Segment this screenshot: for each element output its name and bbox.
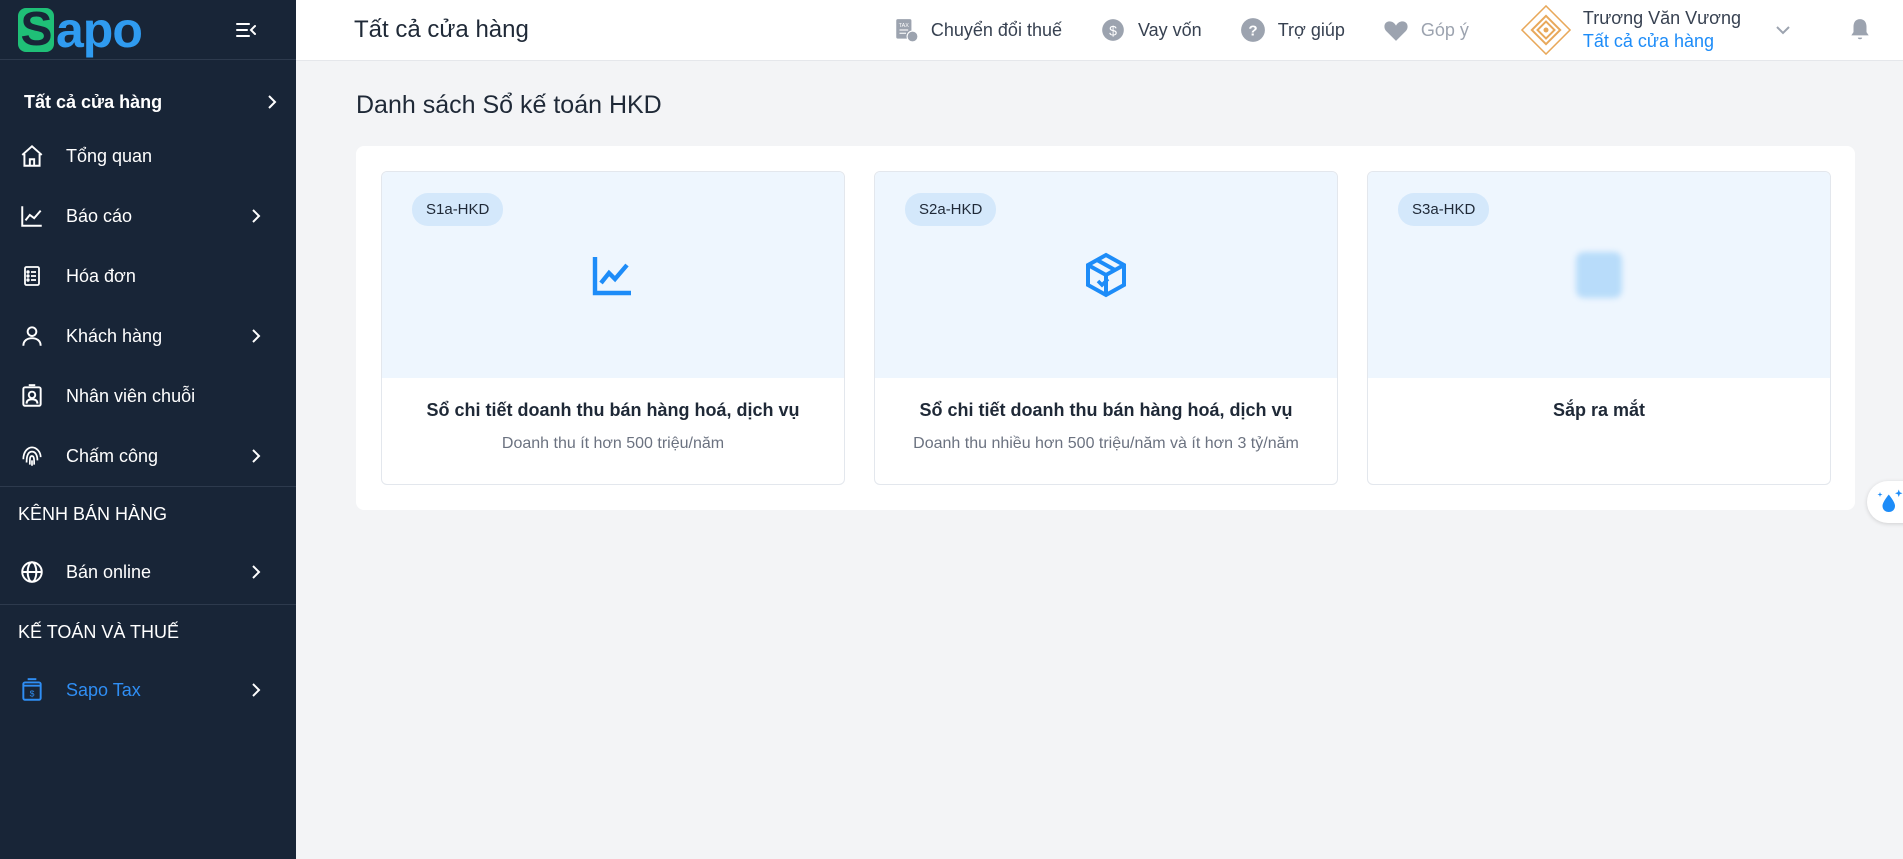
svg-text:TAX: TAX [899,23,910,29]
ledger-badge: S3a-HKD [1398,193,1490,226]
sidebar-item-bao-cao[interactable]: Báo cáo [0,186,296,246]
sidebar-item-label: Bán online [66,561,152,582]
box-icon [1086,252,1126,298]
collapse-menu-icon[interactable] [234,18,258,42]
ledger-card-s1a[interactable]: S1a-HKD Sổ chi tiết doanh thu bán hàng h… [381,171,845,485]
sidebar-item-ban-online[interactable]: Bán online [0,542,296,602]
floating-assistant-button[interactable] [1867,481,1903,523]
sidebar-item-label: Tổng quan [66,145,153,166]
heart-icon [1383,17,1409,43]
store-selector[interactable]: Tất cả cửa hàng [0,60,296,126]
ledger-card-s3a[interactable]: S3a-HKD Sắp ra mắt [1367,171,1831,485]
feedback-button[interactable]: Góp ý [1383,17,1469,43]
chevron-right-icon [252,565,261,579]
help-icon: ? [1240,17,1266,43]
sidebar-item-tong-quan[interactable]: Tổng quan [0,126,296,186]
loan-label: Vay vốn [1137,19,1202,40]
ledger-card-title: Sổ chi tiết doanh thu bán hàng hoá, dịch… [426,400,800,420]
chevron-right-icon [268,95,277,109]
fingerprint-icon [18,442,46,470]
help-label: Trợ giúp [1277,19,1345,40]
feedback-label: Góp ý [1420,19,1469,40]
ledger-card-title: Sắp ra mắt [1552,400,1646,420]
tax-book-icon: $ [18,676,46,704]
sidebar-item-label: Hóa đơn [66,265,136,286]
top-bar: Tất cả cửa hàng TAX Chuyển đổi thuế $ Va… [296,0,1903,61]
section-title-sales-channels: KÊNH BÁN HÀNG [0,486,296,542]
globe-icon [18,558,46,586]
tax-convert-label: Chuyển đổi thuế [930,19,1062,40]
chart-line-icon [18,202,46,230]
sidebar-item-cham-cong[interactable]: Chấm công [0,426,296,486]
ledger-card-s2a[interactable]: S2a-HKD Sổ chi tiết doanh thu bán hàng h… [874,171,1338,485]
ledger-card-title: Sổ chi tiết doanh thu bán hàng hoá, dịch… [919,400,1293,420]
sidebar: Sapo Tất cả cửa hàng Tổng quan Báo cáo H… [0,0,296,859]
sidebar-item-khach-hang[interactable]: Khách hàng [0,306,296,366]
placeholder-icon [1576,252,1622,298]
sidebar-item-label: Báo cáo [66,205,133,226]
home-icon [18,142,46,170]
svg-text:$: $ [1109,22,1117,38]
ledger-card-subtitle: Doanh thu nhiều hơn 500 triệu/năm và ít … [913,435,1299,452]
bell-icon[interactable] [1847,17,1873,43]
user-name: Trương Văn Vương [1582,8,1741,28]
chevron-right-icon [252,209,261,223]
user-icon [18,322,46,350]
employee-badge-icon [18,382,46,410]
page-header-title: Tất cả cửa hàng [354,16,529,43]
sidebar-item-label: Khách hàng [66,325,163,346]
help-button[interactable]: ? Trợ giúp [1240,17,1345,43]
page-title: Danh sách Sổ kế toán HKD [356,91,662,119]
store-selector-label: Tất cả cửa hàng [24,91,163,112]
main-content: Danh sách Sổ kế toán HKD S1a-HKD Sổ chi … [296,61,1903,859]
sapo-logo[interactable]: Sapo [18,1,143,58]
dollar-icon: $ [1100,17,1126,43]
avatar [1520,5,1571,55]
sidebar-item-label: Nhân viên chuỗi [66,385,196,406]
user-menu[interactable]: Trương Văn Vương Tất cả cửa hàng [1520,5,1793,55]
sidebar-item-nhan-vien-chuoi[interactable]: Nhân viên chuỗi [0,366,296,426]
svg-text:?: ? [1248,22,1257,39]
logo-row: Sapo [0,0,296,60]
ledger-badge: S1a-HKD [412,193,504,226]
loan-button[interactable]: $ Vay vốn [1100,17,1202,43]
chevron-right-icon [252,329,261,343]
tax-convert-button[interactable]: TAX Chuyển đổi thuế [893,17,1062,43]
invoice-icon [18,262,46,290]
logo-text: apo [56,1,143,58]
chart-line-icon [592,257,631,296]
sidebar-item-sapo-tax[interactable]: $ Sapo Tax [0,660,296,720]
ledger-badge: S2a-HKD [905,193,997,226]
sidebar-item-label: Chấm công [66,445,159,466]
ledger-card-subtitle: Doanh thu ít hơn 500 triệu/năm [501,435,725,452]
user-store: Tất cả cửa hàng [1582,31,1715,51]
svg-text:$: $ [30,689,35,699]
ledger-panel: S1a-HKD Sổ chi tiết doanh thu bán hàng h… [356,146,1855,510]
tax-convert-icon: TAX [893,17,919,43]
sparkle-drop-icon [1877,489,1903,512]
sidebar-item-hoa-don[interactable]: Hóa đơn [0,246,296,306]
section-title-accounting-tax: KẾ TOÁN VÀ THUẾ [0,604,296,660]
logo-initial: S [18,5,54,53]
sidebar-item-label: Sapo Tax [66,679,141,700]
chevron-down-icon [1776,26,1790,35]
chevron-right-icon [252,449,261,463]
chevron-right-icon [252,683,261,697]
